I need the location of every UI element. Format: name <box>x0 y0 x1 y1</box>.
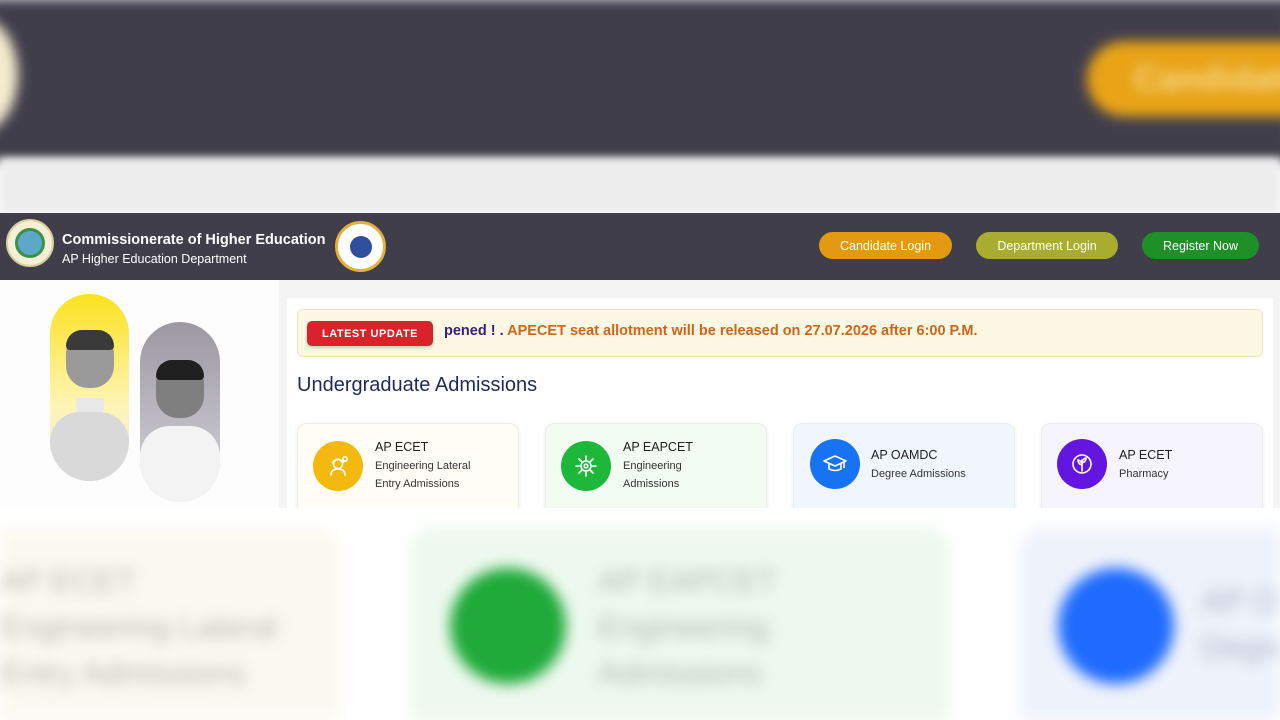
leaf-icon <box>1057 439 1107 489</box>
card-subtitle: Pharmacy <box>1119 468 1169 480</box>
latest-update-badge: LATEST UPDATE <box>307 321 433 346</box>
admission-card-ap-oamdc[interactable]: AP OAMDC Degree Admissions <box>793 423 1015 508</box>
site-subtitle: AP Higher Education Department <box>62 252 247 266</box>
card-subtitle: Degree Admissions <box>871 468 966 480</box>
ticker-viewport: pened ! . APECET seat allotment will be … <box>444 310 1259 356</box>
ticker-message[interactable]: pened ! . APECET seat allotment will be … <box>444 323 978 339</box>
blurred-logo <box>0 18 18 131</box>
candidate-login-button[interactable]: Candidate Login <box>819 232 952 259</box>
portrait-photo <box>50 294 129 481</box>
department-logo <box>335 221 386 272</box>
section-title: Undergraduate Admissions <box>297 374 538 396</box>
card-title: AP ECET <box>375 440 429 454</box>
state-emblem-logo <box>6 219 54 267</box>
blurred-header-backdrop: Candidate <box>0 0 1280 162</box>
admission-card-ap-ecet[interactable]: AP ECET Engineering Lateral Entry Admiss… <box>297 423 519 508</box>
graduation-cap-icon <box>810 439 860 489</box>
blurred-icon-circle <box>450 568 566 684</box>
main-content: LATEST UPDATE pened ! . APECET seat allo… <box>287 298 1273 508</box>
card-title: AP ECET <box>1119 448 1173 462</box>
portrait-photo <box>140 322 220 502</box>
blurred-icon-circle <box>1058 568 1174 684</box>
blurred-divider <box>0 158 1280 214</box>
card-title: AP OAMDC <box>871 448 938 462</box>
engineer-icon <box>313 441 363 491</box>
card-subtitle: Engineering Admissions <box>623 460 682 490</box>
leaders-panel <box>0 280 279 508</box>
page-frame: Commissionerate of Higher Education AP H… <box>0 213 1280 508</box>
site-title: Commissionerate of Higher Education <box>62 232 326 248</box>
register-now-button[interactable]: Register Now <box>1142 232 1259 259</box>
department-login-button[interactable]: Department Login <box>976 232 1118 259</box>
latest-update-ticker: LATEST UPDATE pened ! . APECET seat allo… <box>297 309 1263 357</box>
blurred-card-text: AP EAPCET Engineering Admissions <box>598 563 778 691</box>
site-header: Commissionerate of Higher Education AP H… <box>0 213 1280 280</box>
blurred-card-text: AP O Degre <box>1202 583 1280 665</box>
admission-card-ap-ecet-pharmacy[interactable]: AP ECET Pharmacy <box>1041 423 1263 508</box>
card-subtitle: Engineering Lateral Entry Admissions <box>375 460 471 490</box>
admission-card-ap-eapcet[interactable]: AP EAPCET Engineering Admissions <box>545 423 767 508</box>
blurred-card-text: AP ECET Engineering Lateral Entry Admiss… <box>0 563 278 691</box>
blurred-candidate-button: Candidate <box>1086 41 1280 117</box>
circuit-gear-icon <box>561 441 611 491</box>
card-title: AP EAPCET <box>623 440 693 454</box>
blurred-cards-backdrop: AP ECET Engineering Lateral Entry Admiss… <box>0 508 1280 720</box>
